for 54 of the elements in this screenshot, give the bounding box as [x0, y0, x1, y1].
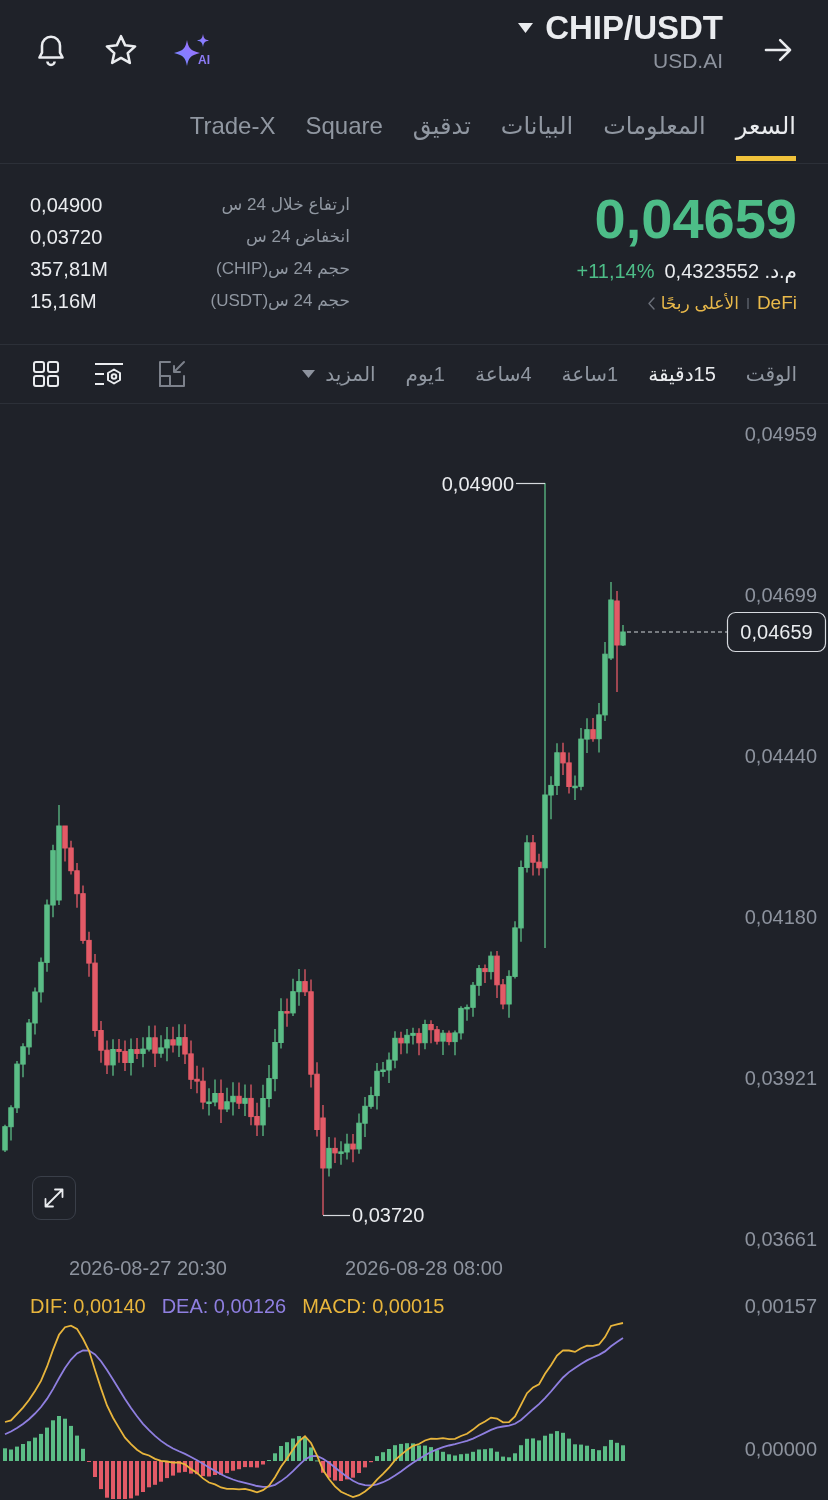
time-axis-label: 2026-08-28 08:00 [345, 1257, 503, 1279]
high-marker-line [515, 482, 546, 485]
interval-tab[interactable]: الوقت [745, 360, 797, 388]
price-axis-label: 0,03921 [744, 1067, 817, 1089]
stat-value: 0,03720 [30, 225, 103, 250]
stat-value: 15,16M [30, 289, 97, 314]
dif-label: DIF: 0,00140 [30, 1295, 146, 1318]
high-price-label: 0,04900 [441, 473, 514, 495]
price-change: +11,14% [576, 259, 655, 284]
price-axis-label: 0,04699 [744, 584, 817, 606]
nav-tab[interactable]: Trade-X [189, 100, 276, 161]
caret-icon [518, 23, 534, 33]
grid-icon[interactable] [32, 360, 60, 388]
stat-value: 357,81M [30, 257, 108, 282]
expand-icon [42, 1186, 66, 1210]
pair-subtitle: USD.AI [653, 48, 723, 74]
shrink-icon[interactable] [158, 360, 186, 388]
ai-assistant-button[interactable]: AI [173, 33, 210, 67]
ranking-link[interactable]: الأعلى ربحًا [647, 292, 739, 314]
nav-tab[interactable]: البيانات [500, 100, 574, 161]
nav-tab[interactable]: Square [305, 100, 383, 161]
pair-selector[interactable]: CHIP/USDT [518, 9, 723, 47]
price-axis-label: 0,03661 [744, 1228, 817, 1250]
low-marker-line [322, 1214, 351, 1217]
interval-tab[interactable]: 15دقيقة [648, 360, 716, 388]
interval-tab[interactable]: 4ساعة [474, 360, 532, 388]
price-axis-label: 0,04180 [744, 906, 817, 928]
nav-tab[interactable]: تدقيق [412, 100, 471, 161]
low-price-label: 0,03720 [352, 1204, 425, 1226]
nav-tab[interactable]: المعلومات [603, 100, 706, 161]
category-tag[interactable]: DeFi [756, 290, 797, 316]
caret-icon [302, 370, 316, 378]
price-axis-label: 0,04440 [744, 745, 817, 767]
interval-tab[interactable]: 1يوم [405, 360, 445, 388]
stat-label: انخفاض 24 س [246, 226, 350, 248]
chevron-left-icon [647, 296, 655, 310]
macd-label: MACD: 0,00015 [302, 1295, 445, 1318]
fiat-price: م.د. 0,4323552 [664, 259, 797, 284]
expand-button[interactable] [32, 1176, 76, 1220]
stat-value: 0,04900 [30, 193, 103, 218]
stat-label: حجم 24 س(CHIP) [216, 258, 350, 280]
interval-tab[interactable]: المزيد [302, 360, 376, 388]
macd-axis-label: 0,00000 [744, 1438, 817, 1460]
stat-label: ارتفاع خلال 24 س [221, 194, 350, 217]
last-price: 0,04659 [594, 189, 797, 249]
stat-label: حجم 24 س(USDT) [210, 290, 350, 312]
macd-axis-label: 0,00157 [744, 1295, 817, 1318]
settings-icon[interactable] [94, 361, 124, 387]
nav-tab[interactable]: السعر [735, 100, 796, 161]
price-axis-label: 0,04959 [744, 423, 817, 445]
interval-tab[interactable]: 1ساعة [561, 360, 619, 388]
time-axis-label: 2026-08-27 20:30 [69, 1257, 227, 1279]
dea-label: DEA: 0,00126 [161, 1295, 287, 1318]
last-price-tag: 0,04659 [726, 611, 827, 653]
